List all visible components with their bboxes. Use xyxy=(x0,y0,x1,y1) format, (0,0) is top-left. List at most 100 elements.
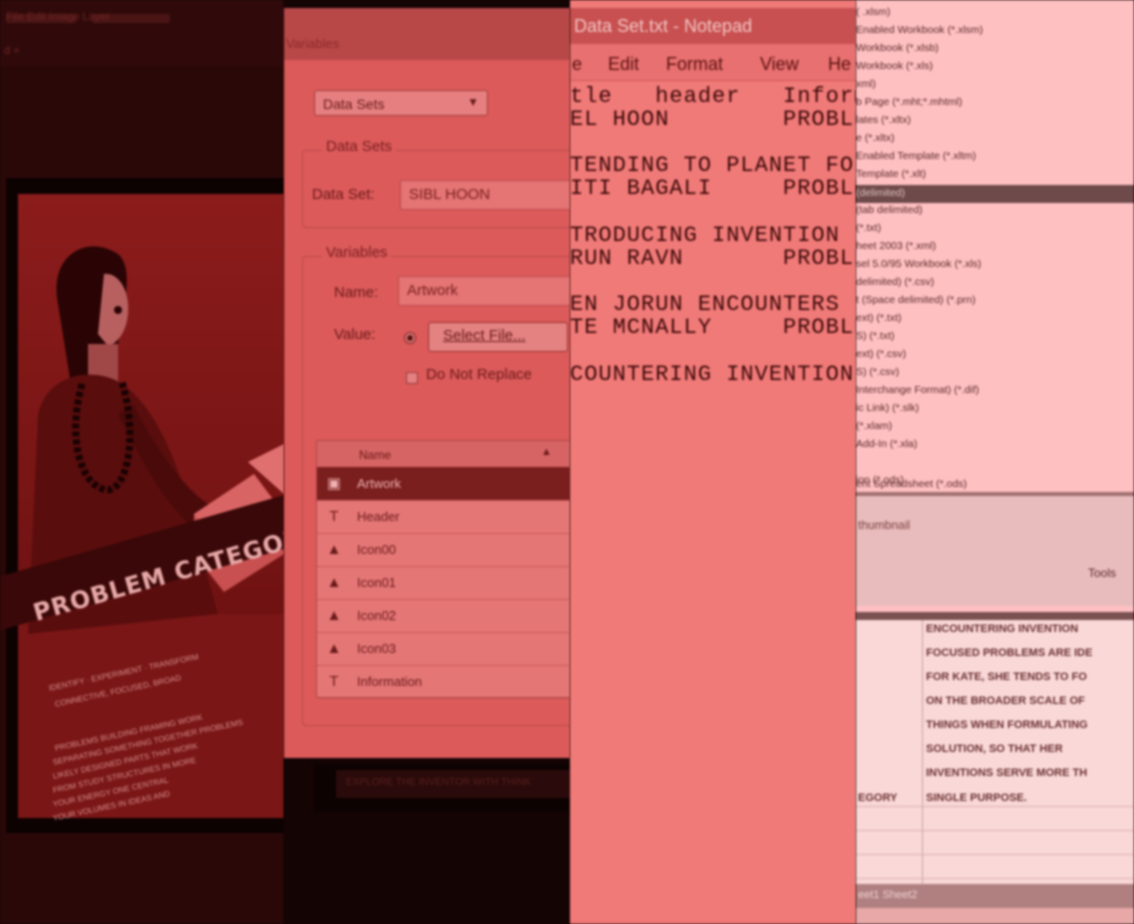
file-type-option[interactable]: b Page (*.mht;*.mhtml) xyxy=(856,96,962,108)
file-type-option[interactable]: Enabled Workbook (*.xlsm) xyxy=(856,24,983,36)
file-type-option[interactable]: Enabled Template (*.xltm) xyxy=(856,150,976,162)
menu-format[interactable]: Format xyxy=(666,54,723,75)
file-type-option[interactable]: ( .xlsm) xyxy=(856,6,890,18)
view-select[interactable]: Data Sets ▼ xyxy=(314,90,488,116)
name-value: Artwork xyxy=(407,282,458,299)
list-item[interactable]: ▣ Artwork xyxy=(317,467,570,501)
file-type-option[interactable]: ent Spreadsheet (*.ods) xyxy=(856,478,967,490)
excel-strip: ( .xlsm) Enabled Workbook (*.xlsm) Workboo… xyxy=(856,0,1134,924)
dataset-label: Data Set: xyxy=(312,186,375,203)
sort-arrow-icon: ▲ xyxy=(541,446,552,458)
list-item[interactable]: ▲ Icon02 xyxy=(317,599,570,633)
grid-line xyxy=(856,854,1134,855)
list-item-name: Icon02 xyxy=(357,608,397,623)
value-radio[interactable] xyxy=(404,332,416,344)
graphic-icon: ▲ xyxy=(326,574,342,591)
list-item-name: Header xyxy=(357,509,400,524)
grid-line xyxy=(856,830,1134,831)
file-type-option[interactable]: Add-In (*.xla) xyxy=(856,438,917,450)
text-line: RUN RAVN PROBLE xyxy=(570,246,856,271)
do-not-replace-checkbox[interactable] xyxy=(406,372,418,384)
list-item[interactable]: ▲ Icon03 xyxy=(317,632,570,666)
list-item-name: Icon03 xyxy=(357,641,397,656)
dataset-field[interactable]: SIBL HOON xyxy=(400,180,570,210)
file-type-option[interactable]: Workbook (*.xlsb) xyxy=(856,42,939,54)
list-item-name: Icon00 xyxy=(357,542,397,557)
dataset-value: SIBL HOON xyxy=(409,186,491,203)
file-type-option[interactable]: Workbook (*.xls) xyxy=(856,60,933,72)
file-type-option[interactable]: S) (*.csv) xyxy=(856,366,899,378)
sheet-tabs-bar: eet1 Sheet2 xyxy=(856,884,1134,908)
menu-view[interactable]: View xyxy=(760,54,799,75)
list-item-name: Information xyxy=(357,674,423,689)
graphic-icon: ▲ xyxy=(326,541,342,558)
file-type-option[interactable]: S) (*.txt) xyxy=(856,330,895,342)
text-icon: T xyxy=(329,508,339,525)
file-type-option[interactable]: ext) (*.csv) xyxy=(856,348,906,360)
tools-button[interactable]: Tools xyxy=(1088,566,1116,580)
cell-text: ENCOUNTERING INVENTION xyxy=(926,623,1079,635)
file-type-option[interactable]: lates (*.xltx) xyxy=(856,114,911,126)
background-row-text: EXPLORE THE INVENTOR WITH THINK xyxy=(346,777,532,788)
menu-edit[interactable]: Edit xyxy=(608,54,639,75)
list-item[interactable]: ▲ Icon00 xyxy=(317,533,570,567)
chevron-down-icon: ▼ xyxy=(467,95,479,109)
file-type-option[interactable]: ext) (*.txt) xyxy=(856,312,902,324)
spreadsheet-grid[interactable]: ENCOUNTERING INVENTION FOCUSED PROBLEMS … xyxy=(856,620,1134,884)
save-options-panel: thumbnail Tools xyxy=(856,496,1134,606)
select-file-label: Select File... xyxy=(443,327,526,344)
file-type-option[interactable]: t (Space delimited) (*.prn) xyxy=(856,294,976,306)
notepad-title: Data Set.txt - Notepad xyxy=(574,16,753,36)
name-label: Name: xyxy=(334,284,379,301)
variables-list[interactable]: Name ▲ ▣ Artwork T Header ▲ Icon00 ▲ Ico… xyxy=(316,440,570,699)
background-row: EXPLORE THE INVENTOR WITH THINK xyxy=(336,770,570,798)
cell-text: INVENTIONS SERVE MORE TH xyxy=(926,767,1088,779)
list-item-name: Icon01 xyxy=(357,575,397,590)
text-line: TRODUCING INVENTION xyxy=(570,223,840,248)
list-item[interactable]: T Information xyxy=(317,665,570,699)
menu-text[interactable]: File Edit Image Layer xyxy=(6,11,110,23)
file-type-option[interactable]: Template (*.xlt) xyxy=(856,168,926,180)
file-type-option[interactable]: heet 2003 (*.xml) xyxy=(856,240,936,252)
name-field[interactable]: Artwork xyxy=(398,276,570,306)
file-type-option[interactable]: (*.xlam) xyxy=(856,420,892,432)
file-type-option[interactable]: ic Link) (*.slk) xyxy=(856,402,919,414)
text-line: COUNTERING INVENTION xyxy=(570,362,855,387)
grid-line xyxy=(856,878,1134,879)
text-line: TENDING TO PLANET FO xyxy=(570,153,855,178)
file-type-option[interactable]: sel 5.0/95 Workbook (*.xls) xyxy=(856,258,981,270)
cell-text: FOR KATE, SHE TENDS TO FO xyxy=(926,671,1087,683)
file-type-option[interactable]: (*.txt) xyxy=(856,222,881,234)
image-icon: ▣ xyxy=(326,475,342,492)
tab-close[interactable]: d × xyxy=(4,45,20,57)
notepad-titlebar[interactable]: Data Set.txt - Notepad xyxy=(570,8,856,44)
file-type-option[interactable]: xml) xyxy=(856,78,876,90)
select-file-button[interactable]: Select File... xyxy=(428,322,568,352)
datasets-group-label: Data Sets xyxy=(322,138,396,155)
dialog-titlebar[interactable]: Variables xyxy=(284,8,570,60)
variables-dialog-strip: Variables Data Sets ▼ Data Sets Data Set… xyxy=(284,0,570,924)
notepad-menubar: e Edit Format View He xyxy=(570,44,856,81)
cell-text: EGORY xyxy=(858,792,898,804)
list-header-label: Name xyxy=(359,448,392,462)
save-as-type-list[interactable]: ( .xlsm) Enabled Workbook (*.xlsm) Workboo… xyxy=(856,0,1134,492)
cell-text: SINGLE PURPOSE. xyxy=(926,792,1027,804)
notepad-text-area[interactable]: tle header Inform EL HOON PROBLE TENDING… xyxy=(570,80,856,924)
selected-file-type[interactable]: (delimited) xyxy=(856,185,1134,203)
notepad-strip: Data Set.txt - Notepad e Edit Format Vie… xyxy=(570,0,856,924)
cell-text: FOCUSED PROBLEMS ARE IDE xyxy=(926,647,1093,659)
list-item[interactable]: ▲ Icon01 xyxy=(317,566,570,600)
text-line: EN JORUN ENCOUNTERS xyxy=(570,292,840,317)
menu-file[interactable]: e xyxy=(572,54,582,75)
text-line: tle header Inform xyxy=(570,84,856,109)
file-type-option[interactable]: Interchange Format) (*.dif) xyxy=(856,384,979,396)
sheet-tab[interactable]: eet1 Sheet2 xyxy=(858,889,917,901)
dialog-title: Variables xyxy=(286,36,340,51)
file-type-option[interactable]: (tab delimited) xyxy=(856,204,923,216)
variables-group-label: Variables xyxy=(322,244,392,261)
list-item[interactable]: T Header xyxy=(317,500,570,534)
list-header[interactable]: Name ▲ xyxy=(317,441,570,468)
file-type-option[interactable]: e (*.xltx) xyxy=(856,132,895,144)
file-type-option[interactable]: delimited) (*.csv) xyxy=(856,276,934,288)
menu-help[interactable]: He xyxy=(828,54,851,75)
